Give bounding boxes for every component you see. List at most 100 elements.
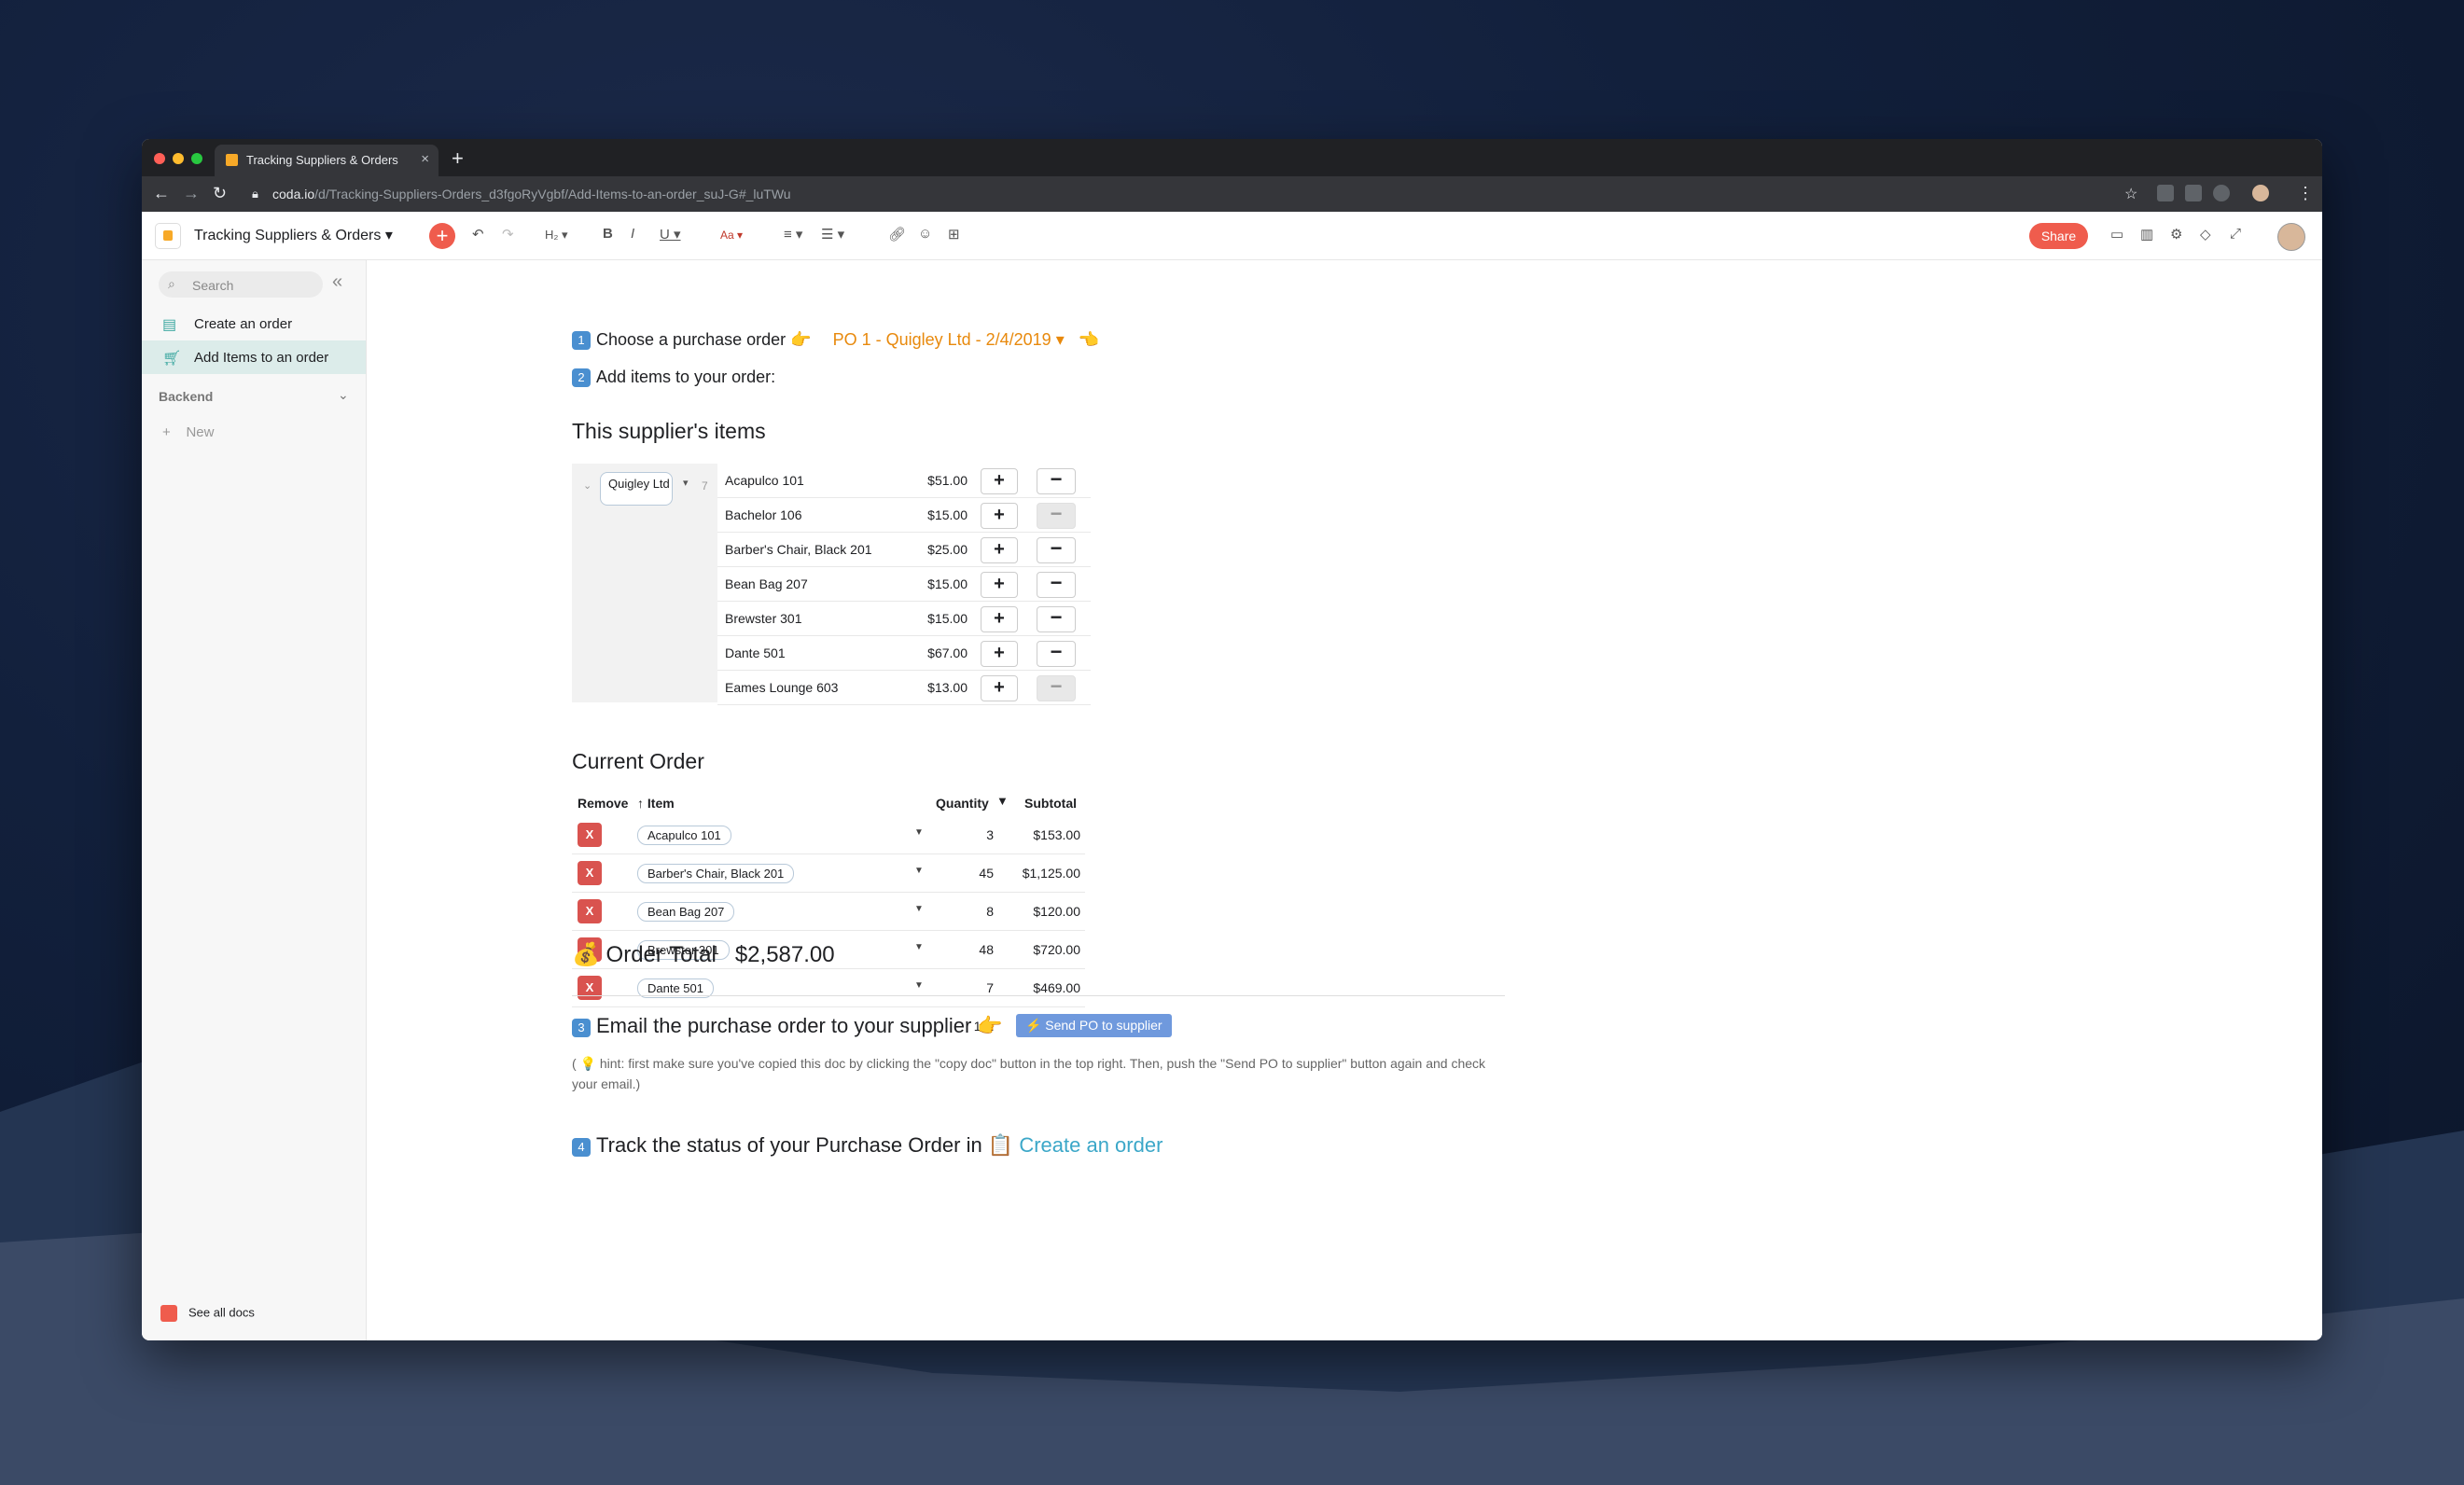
reload-icon[interactable]: ↻	[213, 184, 227, 203]
underline-button[interactable]: U ▾	[660, 226, 681, 243]
tab-bar: Tracking Suppliers & Orders × +	[142, 139, 2322, 176]
table-row: Brewster 301 $15.00 + −	[717, 602, 1091, 636]
back-arrow-icon[interactable]: ←	[153, 184, 170, 203]
tab-close-icon[interactable]: ×	[421, 151, 429, 167]
remove-order-item-button[interactable]: X	[578, 976, 602, 1000]
create-order-link[interactable]: 📋 Create an order	[988, 1133, 1163, 1157]
redo-icon[interactable]: ↷	[502, 226, 514, 243]
emoji-icon[interactable]: ☺	[918, 226, 932, 242]
add-item-button[interactable]: +	[981, 537, 1018, 563]
dropdown-arrow-icon[interactable]: ▼	[914, 866, 924, 876]
table-header: Remove ↑ Item Quantity ▼ Subtotal	[572, 788, 1085, 816]
subtotal-cell: $720.00	[1033, 942, 1080, 957]
insert-button[interactable]: +	[429, 223, 455, 249]
dropdown-arrow-icon[interactable]: ▼	[914, 980, 924, 991]
browser-tab[interactable]: Tracking Suppliers & Orders ×	[215, 145, 439, 176]
search-input[interactable]: ⌕ Search	[159, 271, 323, 298]
italic-button[interactable]: I	[631, 226, 634, 242]
explore-icon[interactable]: ▥	[2140, 226, 2153, 243]
add-item-button[interactable]: +	[981, 503, 1018, 529]
add-item-button[interactable]: +	[981, 675, 1018, 701]
remove-item-button[interactable]: −	[1037, 468, 1076, 494]
remove-item-button[interactable]: −	[1037, 641, 1076, 667]
bold-button[interactable]: B	[603, 226, 613, 242]
browser-menu-icon[interactable]: ⋮	[2297, 184, 2314, 203]
table-icon: ▤	[162, 317, 177, 333]
supplier-chip[interactable]: Quigley Ltd	[600, 472, 673, 506]
url-field[interactable]: coda.io/d/Tracking-Suppliers-Orders_d3fg…	[272, 187, 791, 201]
table-row: Barber's Chair, Black 201 $25.00 + −	[717, 533, 1091, 567]
chevron-down-icon[interactable]: ⌄	[338, 387, 349, 403]
align-dropdown[interactable]: ≡ ▾	[784, 226, 802, 243]
sidebar-item-add-items[interactable]: 🛒︎ Add Items to an order	[142, 340, 366, 374]
remove-item-button[interactable]: −	[1037, 572, 1076, 598]
product-name: Acapulco 101	[725, 473, 804, 488]
item-chip[interactable]: Barber's Chair, Black 201	[637, 864, 795, 883]
profile-avatar-icon[interactable]	[2252, 185, 2269, 201]
send-po-button[interactable]: ⚡ Send PO to supplier	[1015, 1014, 1172, 1037]
table-row: X Barber's Chair, Black 201 ▼ 45 $1,125.…	[572, 854, 1085, 893]
product-name: Bachelor 106	[725, 507, 802, 522]
list-dropdown[interactable]: ☰ ▾	[821, 226, 844, 243]
add-item-button[interactable]: +	[981, 572, 1018, 598]
purchase-order-select[interactable]: PO 1 - Quigley Ltd - 2/4/2019 ▾	[833, 330, 1065, 349]
extension-icon[interactable]	[2213, 185, 2230, 201]
suppliers-items-heading: This supplier's items	[572, 419, 766, 443]
remove-order-item-button[interactable]: X	[578, 861, 602, 885]
table-row: Bean Bag 207 $15.00 + −	[717, 567, 1091, 602]
item-chip[interactable]: Bean Bag 207	[637, 902, 735, 922]
chevron-down-icon[interactable]: ⌄	[583, 479, 592, 492]
sidebar-section-backend[interactable]: Backend	[159, 389, 213, 404]
column-header-item[interactable]: ↑ Item	[637, 796, 675, 811]
automations-icon[interactable]: ⚙	[2170, 226, 2182, 243]
fullscreen-icon[interactable]: ⤢	[2230, 226, 2241, 242]
remove-item-button[interactable]: −	[1037, 606, 1076, 632]
extension-icon[interactable]	[2157, 185, 2174, 201]
step2-number-badge: 2	[572, 368, 591, 387]
see-all-docs-link[interactable]: See all docs	[160, 1305, 255, 1322]
url-domain: coda.io	[272, 187, 315, 201]
dropdown-arrow-icon[interactable]: ▼	[914, 942, 924, 952]
remove-item-button[interactable]: −	[1037, 537, 1076, 563]
minimize-window-button[interactable]	[173, 153, 184, 164]
share-button[interactable]: Share	[2029, 223, 2088, 249]
sidebar-item-create-order[interactable]: ▤ Create an order	[142, 307, 366, 340]
filter-icon[interactable]: ▼	[996, 794, 1009, 808]
collapse-sidebar-icon[interactable]: «	[332, 271, 342, 293]
new-page-button[interactable]: + New	[162, 424, 214, 440]
close-window-button[interactable]	[154, 153, 165, 164]
link-icon[interactable]: 🔗︎	[888, 226, 906, 243]
table-row: X Bean Bag 207 ▼ 8 $120.00	[572, 893, 1085, 931]
avatar[interactable]	[2277, 223, 2305, 251]
maximize-window-button[interactable]	[191, 153, 202, 164]
add-item-button[interactable]: +	[981, 606, 1018, 632]
dropdown-arrow-icon[interactable]: ▾	[683, 477, 689, 489]
font-color-dropdown[interactable]: Aa ▾	[720, 229, 743, 242]
comments-icon[interactable]: ▭	[2110, 226, 2123, 243]
dropdown-arrow-icon[interactable]: ▼	[914, 904, 924, 914]
new-tab-button[interactable]: +	[452, 146, 464, 171]
subtotal-cell: $120.00	[1033, 904, 1080, 919]
dropdown-arrow-icon[interactable]: ▼	[914, 827, 924, 838]
add-item-button[interactable]: +	[981, 468, 1018, 494]
see-all-label: See all docs	[188, 1305, 255, 1320]
doc-title-menu[interactable]: Tracking Suppliers & Orders ▾	[194, 226, 393, 244]
item-chip[interactable]: Acapulco 101	[637, 826, 731, 845]
table-row: Bachelor 106 $15.00 + −	[717, 498, 1091, 533]
column-header-subtotal[interactable]: Subtotal	[1024, 796, 1077, 811]
product-price: $15.00	[927, 507, 968, 522]
product-name: Dante 501	[725, 645, 786, 660]
bookmark-star-icon[interactable]: ☆	[2124, 185, 2137, 203]
forward-arrow-icon[interactable]: →	[183, 184, 200, 203]
remove-order-item-button[interactable]: X	[578, 823, 602, 847]
comment-add-icon[interactable]: ⊞	[948, 226, 960, 243]
column-header-remove[interactable]: Remove	[578, 796, 628, 811]
doc-logo-icon[interactable]	[155, 223, 181, 249]
column-header-quantity[interactable]: Quantity	[936, 796, 989, 811]
undo-icon[interactable]: ↶	[472, 226, 484, 243]
packs-icon[interactable]: ◇	[2200, 226, 2211, 243]
pocket-extension-icon[interactable]	[2185, 185, 2202, 201]
heading-style-dropdown[interactable]: H₂ ▾	[545, 228, 568, 243]
add-item-button[interactable]: +	[981, 641, 1018, 667]
remove-order-item-button[interactable]: X	[578, 899, 602, 923]
